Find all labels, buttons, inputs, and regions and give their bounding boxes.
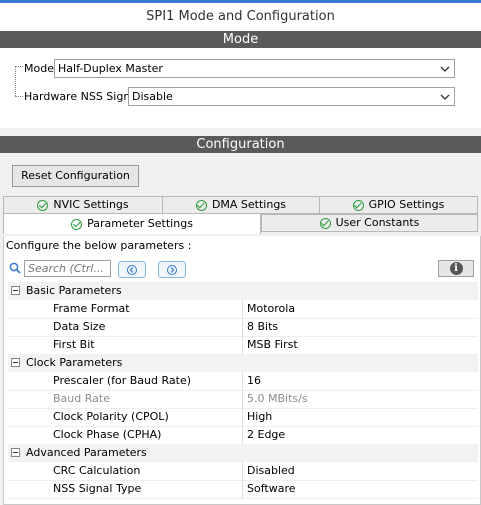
configuration-section-header: Configuration: [0, 136, 481, 153]
parameter-settings-content: Configure the below parameters : Search …: [3, 236, 481, 505]
tree-connector: [15, 66, 23, 67]
param-value[interactable]: 2 Edge: [242, 426, 285, 444]
info-button[interactable]: i: [438, 260, 474, 277]
tab-user-constants[interactable]: User Constants: [261, 214, 478, 232]
mode-select-value: Half-Duplex Master: [58, 62, 163, 75]
param-value[interactable]: MSB First: [242, 336, 298, 354]
check-circle-icon: [71, 218, 83, 230]
check-circle-icon: [195, 199, 207, 211]
param-row[interactable]: CRC Calculation Disabled: [8, 462, 478, 481]
tab-label: DMA Settings: [211, 198, 287, 211]
param-key: Clock Phase (CPHA): [53, 428, 162, 441]
tree-connector: [15, 66, 16, 96]
param-row[interactable]: Prescaler (for Baud Rate) 16: [8, 372, 478, 391]
collapse-icon[interactable]: [11, 448, 20, 457]
search-icon: [9, 262, 21, 277]
hardware-nss-select-value: Disable: [132, 90, 173, 103]
param-value[interactable]: Software: [242, 480, 296, 498]
param-row[interactable]: Clock Phase (CPHA) 2 Edge: [8, 426, 478, 445]
param-value[interactable]: Motorola: [242, 300, 295, 318]
check-circle-icon: [37, 199, 49, 211]
check-circle-icon: [352, 199, 364, 211]
mode-section-header: Mode: [0, 31, 481, 48]
param-key: Data Size: [53, 320, 106, 333]
param-row[interactable]: Clock Polarity (CPOL) High: [8, 408, 478, 427]
param-value[interactable]: 16: [242, 372, 261, 390]
group-label: Clock Parameters: [26, 356, 123, 369]
tab-nvic-settings[interactable]: NVIC Settings: [3, 196, 163, 214]
group-basic-parameters[interactable]: Basic Parameters: [8, 282, 478, 300]
chevron-down-icon[interactable]: [436, 60, 454, 77]
tab-label: GPIO Settings: [368, 198, 445, 211]
param-key: Clock Polarity (CPOL): [53, 410, 169, 423]
search-next-button[interactable]: [158, 261, 186, 278]
check-circle-icon: [319, 217, 331, 229]
param-row[interactable]: Frame Format Motorola: [8, 300, 478, 319]
mode-label: Mode: [24, 62, 54, 75]
param-key: Frame Format: [53, 302, 130, 315]
collapse-icon[interactable]: [11, 286, 20, 295]
param-value[interactable]: 8 Bits: [242, 318, 278, 336]
search-input[interactable]: Search (Ctrl...: [24, 260, 111, 277]
arrow-left-icon: [127, 264, 137, 275]
search-previous-button[interactable]: [118, 261, 146, 278]
param-value[interactable]: High: [242, 408, 272, 426]
param-key: CRC Calculation: [53, 464, 141, 477]
collapse-icon[interactable]: [11, 358, 20, 367]
hardware-nss-label: Hardware NSS Signal: [24, 90, 141, 103]
param-key: Baud Rate: [53, 392, 110, 405]
param-key: First Bit: [53, 338, 95, 351]
group-label: Advanced Parameters: [26, 446, 147, 459]
param-value: 5.0 MBits/s: [242, 390, 308, 408]
group-label: Basic Parameters: [26, 284, 122, 297]
param-key: NSS Signal Type: [53, 482, 142, 495]
info-icon: i: [449, 262, 463, 275]
tab-label: NVIC Settings: [53, 198, 129, 211]
param-key: Prescaler (for Baud Rate): [53, 374, 192, 387]
mode-select[interactable]: Half-Duplex Master: [54, 59, 455, 78]
group-advanced-parameters[interactable]: Advanced Parameters: [8, 444, 478, 462]
configure-instructions: Configure the below parameters :: [6, 239, 192, 252]
param-row[interactable]: Data Size 8 Bits: [8, 318, 478, 337]
window-title: SPI1 Mode and Configuration: [146, 9, 335, 24]
reset-configuration-button[interactable]: Reset Configuration: [12, 165, 139, 187]
tree-connector: [15, 96, 23, 97]
tab-parameter-settings[interactable]: Parameter Settings: [3, 213, 261, 234]
param-row[interactable]: First Bit MSB First: [8, 336, 478, 355]
param-row[interactable]: NSS Signal Type Software: [8, 480, 478, 499]
tab-label: Parameter Settings: [87, 217, 193, 230]
group-clock-parameters[interactable]: Clock Parameters: [8, 354, 478, 372]
param-value[interactable]: Disabled: [242, 462, 295, 480]
tab-label: User Constants: [335, 216, 420, 229]
section-divider: [0, 128, 481, 136]
arrow-right-icon: [167, 264, 177, 275]
tab-gpio-settings[interactable]: GPIO Settings: [319, 196, 478, 214]
param-row: Baud Rate 5.0 MBits/s: [8, 390, 478, 409]
chevron-down-icon[interactable]: [436, 88, 454, 105]
hardware-nss-select[interactable]: Disable: [128, 87, 455, 106]
mode-panel: Mode Half-Duplex Master Hardware NSS Sig…: [0, 48, 481, 128]
tab-dma-settings[interactable]: DMA Settings: [162, 196, 320, 214]
